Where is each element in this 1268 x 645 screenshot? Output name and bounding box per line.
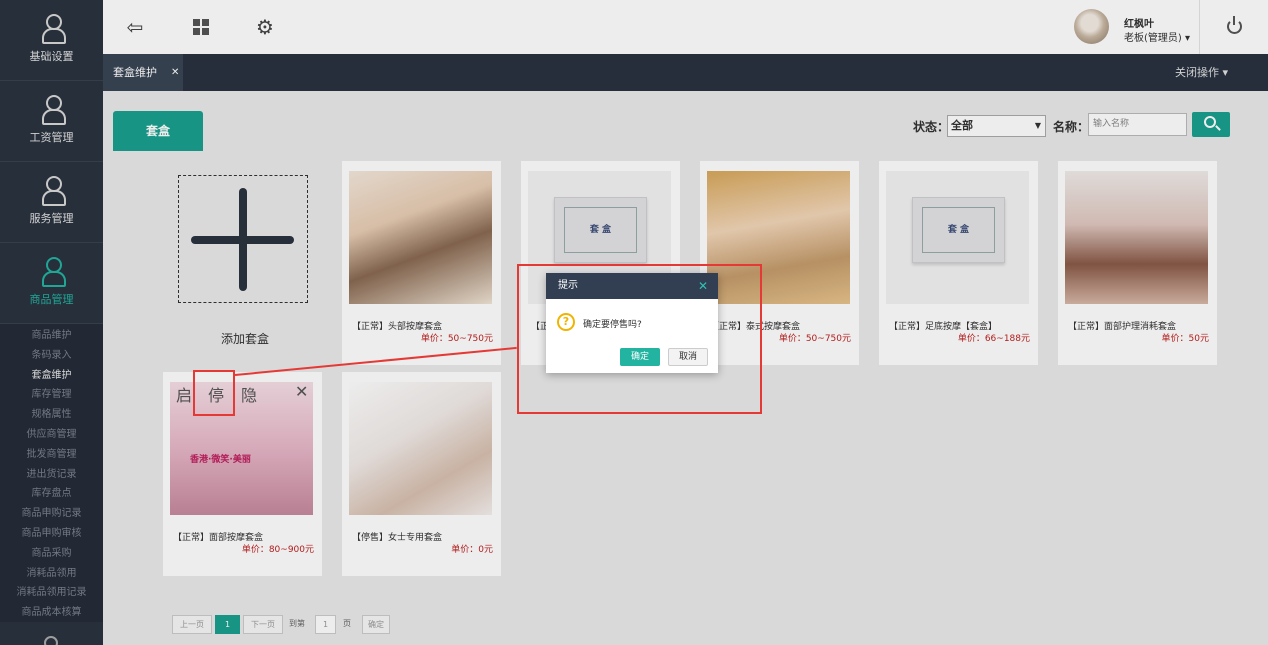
highlight-stop-button [193,370,235,416]
close-icon[interactable]: ✕ [698,273,708,299]
dialog-title: 提示 [558,280,578,291]
dialog-message: 确定要停售吗? [583,320,642,330]
question-icon: ? [557,313,575,331]
confirm-button[interactable]: 确定 [620,348,660,366]
confirm-dialog: 提示 ✕ ? 确定要停售吗? 确定 取消 [546,273,718,373]
cancel-button[interactable]: 取消 [668,348,708,366]
dialog-header: 提示 ✕ [546,273,718,299]
